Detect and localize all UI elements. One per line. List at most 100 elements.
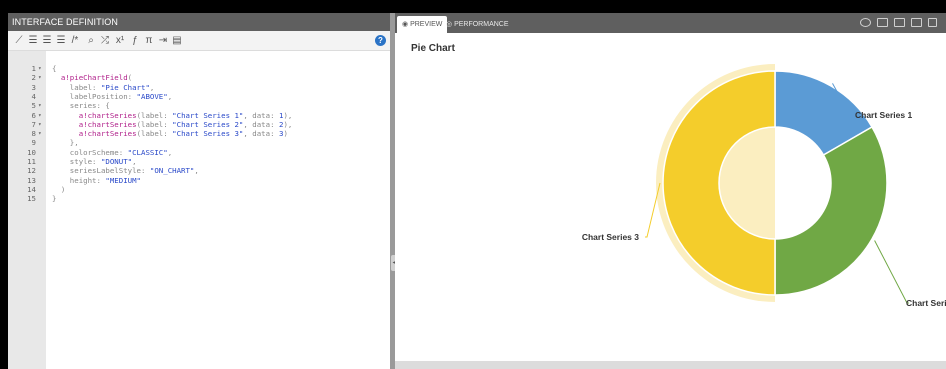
editor-toolbar: ⟋ ☰ ☰ ☰ /* ⌕ ⤮ x¹ ƒ π ⇥ ▤ ? xyxy=(8,31,390,51)
code-token: seriesLabelStyle: xyxy=(52,166,150,176)
code-token: (label: xyxy=(136,119,173,129)
preview-panel: ◉ PREVIEW ◎ PERFORMANCE Pie Chart Chart … xyxy=(395,13,946,369)
code-line[interactable]: seriesLabelStyle: "ON_CHART", xyxy=(52,166,199,175)
pi-icon[interactable]: π xyxy=(144,34,154,48)
interface-definition-panel: INTERFACE DEFINITION ⟋ ☰ ☰ ☰ /* ⌕ ⤮ x¹ ƒ… xyxy=(8,13,390,369)
list-icon[interactable]: ☰ xyxy=(56,34,66,48)
code-token: a!chartSeries xyxy=(78,119,137,129)
code-line[interactable]: style: "DONUT", xyxy=(52,157,137,166)
code-editor[interactable]: 1 ▾{2 ▾ a!pieChartField(3 label: "Pie Char… xyxy=(8,51,390,369)
code-token: "Chart Series 3" xyxy=(172,129,244,139)
code-token: "Chart Series 2" xyxy=(172,119,244,129)
code-token: "CLASSIC" xyxy=(127,147,168,157)
code-token: ), xyxy=(283,110,293,120)
slice-label: Chart Series 3 xyxy=(582,232,639,242)
outdent-icon[interactable]: ☰ xyxy=(42,34,52,48)
shuffle-icon[interactable]: ⤮ xyxy=(100,34,110,48)
preview-area: Pie Chart Chart Series 1Chart Series 2Ch… xyxy=(395,33,946,361)
tablet-landscape-icon[interactable] xyxy=(894,18,905,27)
line-number: 15 xyxy=(27,194,36,204)
code-line[interactable]: }, xyxy=(52,138,79,147)
desktop-icon[interactable] xyxy=(877,18,888,27)
code-token: , data: xyxy=(243,129,279,139)
code-token: ) xyxy=(52,184,66,194)
gauge-icon: ◎ xyxy=(446,21,453,28)
code-token: height: xyxy=(52,175,106,185)
tab-label: PREVIEW xyxy=(410,21,443,28)
code-token: }, xyxy=(52,138,79,148)
indent-icon[interactable]: ☰ xyxy=(28,34,38,48)
code-token: { xyxy=(52,64,57,73)
code-line[interactable]: a!chartSeries(label: "Chart Series 2", d… xyxy=(52,119,293,129)
line-number: 2 xyxy=(31,73,36,83)
phone-icon[interactable] xyxy=(928,18,937,27)
zoom-fit-icon[interactable] xyxy=(860,18,871,27)
code-token: label: xyxy=(52,82,101,92)
wand-icon[interactable]: ⟋ xyxy=(14,34,24,48)
export-icon[interactable]: ⇥ xyxy=(158,34,168,48)
code-line[interactable]: colorScheme: "CLASSIC", xyxy=(52,148,172,157)
code-token: , xyxy=(194,166,199,176)
preview-tabs-bar: ◉ PREVIEW ◎ PERFORMANCE xyxy=(395,13,946,33)
line-number: 6 xyxy=(31,110,36,120)
code-line[interactable]: { xyxy=(52,64,56,73)
tab-performance[interactable]: ◎ PERFORMANCE xyxy=(441,16,514,33)
code-line[interactable]: series: { xyxy=(52,101,110,110)
code-token: , data: xyxy=(243,110,279,120)
code-token: style: xyxy=(52,157,101,166)
code-token: "Chart Series 1" xyxy=(172,110,244,120)
code-token: ( xyxy=(127,73,133,83)
tab-preview[interactable]: ◉ PREVIEW xyxy=(397,16,448,33)
fold-arrow-icon[interactable]: ▾ xyxy=(38,111,46,120)
clipboard-icon[interactable]: ▤ xyxy=(172,34,182,48)
code-token: , xyxy=(167,147,173,157)
code-line[interactable]: labelPosition: "ABOVE", xyxy=(52,92,172,101)
code-line[interactable]: label: "Pie Chart", xyxy=(52,82,155,92)
code-line[interactable]: a!chartSeries(label: "Chart Series 3", d… xyxy=(52,129,288,138)
fold-arrow-icon[interactable]: ▾ xyxy=(38,73,46,82)
slice-label: Chart Series 1 xyxy=(855,110,912,120)
code-token: } xyxy=(52,194,57,204)
code-token: a!pieChartField xyxy=(60,73,128,83)
line-number: 14 xyxy=(27,184,36,194)
expression-icon[interactable]: x¹ xyxy=(114,34,126,48)
code-line[interactable]: ) xyxy=(52,185,65,194)
code-token: , xyxy=(149,82,155,92)
fold-arrow-icon[interactable]: ▾ xyxy=(38,129,46,138)
code-line[interactable]: height: "MEDIUM" xyxy=(52,176,141,185)
panel-header: INTERFACE DEFINITION xyxy=(8,13,390,31)
slice-label-connector xyxy=(645,182,661,238)
code-token: , xyxy=(167,91,173,101)
fold-arrow-icon[interactable]: ▾ xyxy=(38,64,46,73)
function-icon[interactable]: ƒ xyxy=(130,34,140,48)
line-number: 10 xyxy=(27,147,36,157)
tab-label: PERFORMANCE xyxy=(454,21,509,28)
code-token: labelPosition: xyxy=(52,91,137,101)
fold-arrow-icon[interactable]: ▾ xyxy=(38,101,46,110)
code-token: "ABOVE" xyxy=(136,91,168,101)
slice-label: Chart Series 2 xyxy=(906,298,946,308)
preview-bottom-strip xyxy=(395,361,946,369)
code-line[interactable]: } xyxy=(52,194,56,203)
code-token: series: { xyxy=(52,101,110,111)
code-token: ) xyxy=(283,129,288,139)
help-icon[interactable]: ? xyxy=(375,35,386,46)
code-token: (label: xyxy=(136,110,173,120)
tablet-portrait-icon[interactable] xyxy=(911,18,922,27)
fold-arrow-icon[interactable]: ▾ xyxy=(38,120,46,129)
code-line[interactable]: a!chartSeries(label: "Chart Series 1", d… xyxy=(52,110,293,120)
code-line[interactable]: a!pieChartField( xyxy=(52,73,132,82)
comment-icon[interactable]: /* xyxy=(70,34,80,48)
code-token: ), xyxy=(283,119,293,129)
code-token: "ON_CHART" xyxy=(149,166,195,176)
eye-icon: ◉ xyxy=(402,21,409,28)
search-icon[interactable]: ⌕ xyxy=(86,34,96,48)
